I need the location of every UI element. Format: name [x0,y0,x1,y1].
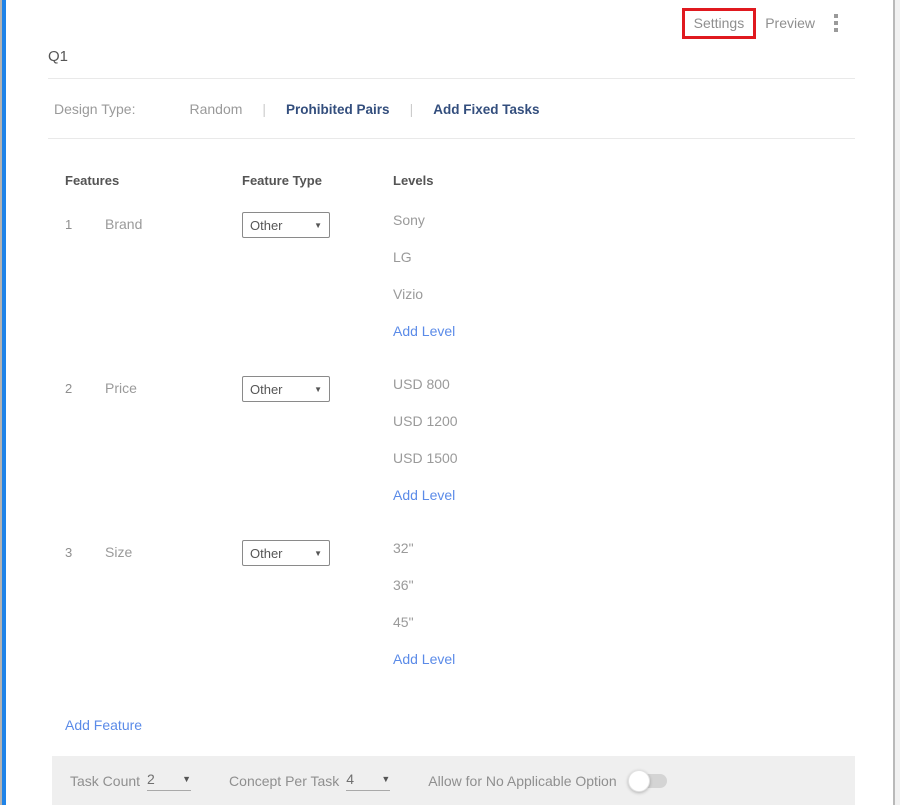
design-type-row: Design Type: Random | Prohibited Pairs |… [48,79,855,139]
concept-per-task-label: Concept Per Task [229,773,339,789]
left-accent-stripe [2,0,6,805]
design-type-label: Design Type: [54,101,135,117]
separator: | [262,101,266,117]
level-item[interactable]: Sony [393,212,855,249]
task-settings-bar: Task Count 2 ▼ Concept Per Task 4 ▼ Allo… [52,756,855,805]
design-option-random[interactable]: Random [189,101,242,117]
column-header-levels: Levels [393,173,855,188]
question-title: Q1 [48,38,855,79]
levels-list: USD 800 USD 1200 USD 1500 Add Level [393,376,855,523]
level-item[interactable]: LG [393,249,855,286]
settings-button[interactable]: Settings [682,8,757,39]
chevron-down-icon: ▼ [381,774,390,784]
features-table-header: Features Feature Type Levels [65,173,855,188]
feature-type-selected-value: Other [250,382,283,397]
feature-index: 2 [65,376,105,523]
levels-list: Sony LG Vizio Add Level [393,212,855,359]
feature-row-brand: 1 Brand Other ▼ Sony LG Vizio Add Level [65,212,855,359]
chevron-down-icon: ▼ [314,549,322,558]
feature-index: 1 [65,212,105,359]
level-item[interactable]: USD 1500 [393,450,855,487]
level-item[interactable]: 32" [393,540,855,577]
level-item[interactable]: USD 1200 [393,413,855,450]
feature-name[interactable]: Price [105,376,242,523]
no-applicable-option-label: Allow for No Applicable Option [428,773,616,789]
top-action-bar: Settings Preview [48,0,855,38]
chevron-down-icon: ▼ [314,385,322,394]
feature-type-selected-value: Other [250,218,283,233]
kebab-menu-icon[interactable] [831,11,841,35]
task-count-select[interactable]: 2 ▼ [147,771,191,791]
concept-per-task-select[interactable]: 4 ▼ [346,771,390,791]
level-item[interactable]: USD 800 [393,376,855,413]
task-count-value: 2 [147,771,155,787]
feature-row-price: 2 Price Other ▼ USD 800 USD 1200 USD 150… [65,376,855,523]
feature-type-select[interactable]: Other ▼ [242,376,330,402]
add-level-link[interactable]: Add Level [393,323,855,359]
task-count-label: Task Count [70,773,140,789]
add-level-link[interactable]: Add Level [393,487,855,523]
separator: | [410,101,414,117]
scrollbar-gutter[interactable] [893,0,900,805]
question-editor-panel: Settings Preview Q1 Design Type: Random … [48,0,855,777]
feature-name[interactable]: Size [105,540,242,687]
no-applicable-option-toggle[interactable] [631,774,667,788]
level-item[interactable]: 36" [393,577,855,614]
chevron-down-icon: ▼ [182,774,191,784]
feature-row-size: 3 Size Other ▼ 32" 36" 45" Add Level [65,540,855,687]
feature-index: 3 [65,540,105,687]
chevron-down-icon: ▼ [314,221,322,230]
design-option-prohibited-pairs[interactable]: Prohibited Pairs [286,102,390,117]
add-level-link[interactable]: Add Level [393,651,855,687]
feature-type-selected-value: Other [250,546,283,561]
level-item[interactable]: Vizio [393,286,855,323]
level-item[interactable]: 45" [393,614,855,651]
concept-per-task-value: 4 [346,771,354,787]
design-option-add-fixed-tasks[interactable]: Add Fixed Tasks [433,102,539,117]
no-applicable-option-control: Allow for No Applicable Option [428,773,666,789]
column-header-feature-type: Feature Type [242,173,393,188]
feature-type-select[interactable]: Other ▼ [242,540,330,566]
toggle-knob [628,770,650,792]
feature-type-select[interactable]: Other ▼ [242,212,330,238]
preview-button[interactable]: Preview [765,15,815,31]
feature-name[interactable]: Brand [105,212,242,359]
features-table: Features Feature Type Levels 1 Brand Oth… [48,173,855,687]
column-header-features: Features [65,173,242,188]
task-count-control: Task Count 2 ▼ [70,771,191,791]
add-feature-link[interactable]: Add Feature [48,717,142,733]
levels-list: 32" 36" 45" Add Level [393,540,855,687]
concept-per-task-control: Concept Per Task 4 ▼ [229,771,390,791]
